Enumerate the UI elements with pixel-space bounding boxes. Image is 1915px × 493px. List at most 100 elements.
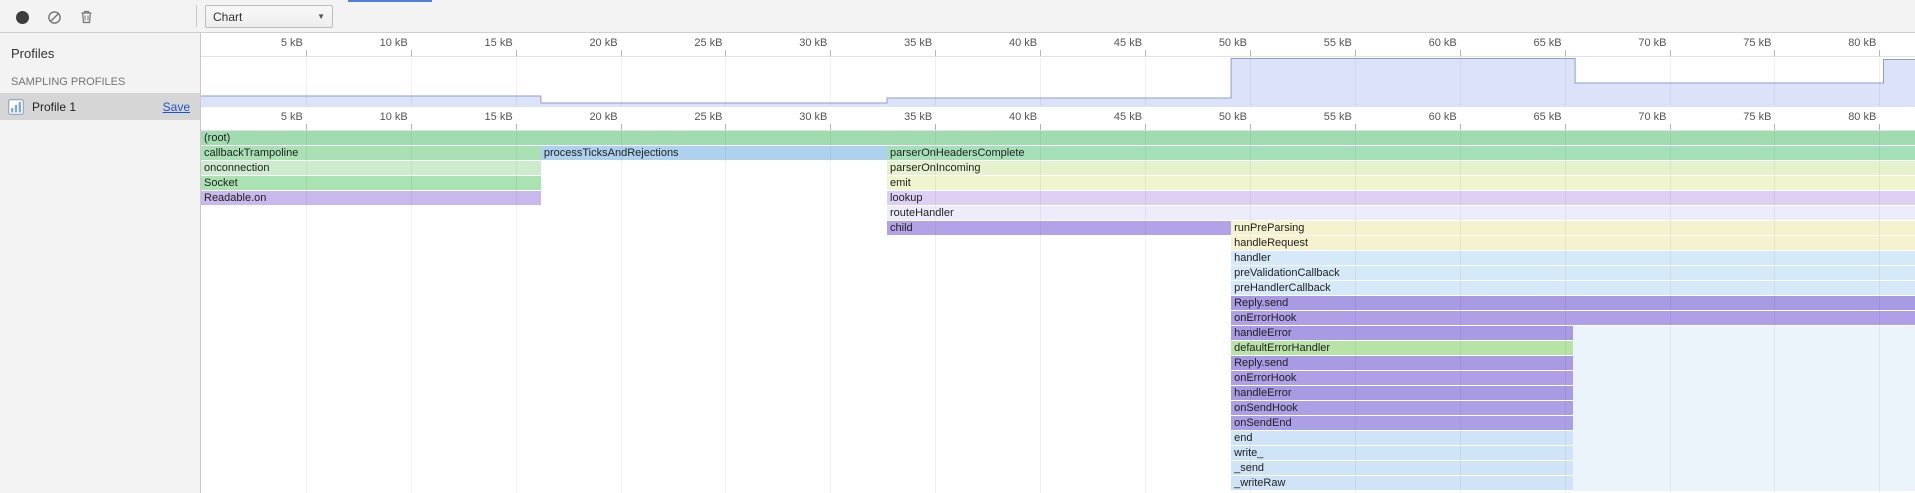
- ruler-tick: [830, 124, 831, 130]
- flame-bar-handleerror[interactable]: handleError: [1231, 326, 1573, 340]
- clear-all-button[interactable]: [42, 5, 66, 29]
- ruler-tick-label: 50 kB: [1177, 37, 1247, 49]
- ruler-tick-label: 55 kB: [1282, 37, 1352, 49]
- toolbar: Chart ▼: [0, 0, 1915, 33]
- ruler-tick-label: 10 kB: [338, 111, 408, 123]
- ruler-tick-label: 70 kB: [1597, 111, 1667, 123]
- flame-bar-handler[interactable]: handler: [1231, 251, 1915, 265]
- delete-profile-button[interactable]: [74, 5, 98, 29]
- profiles-sidebar: Profiles SAMPLING PROFILES Profile 1 Sav…: [0, 33, 201, 493]
- flame-bar-label: end: [1234, 432, 1252, 444]
- flame-bar-onconnection[interactable]: onconnection: [201, 161, 541, 175]
- ruler-tick-label: 45 kB: [1072, 111, 1142, 123]
- ruler-tick: [1040, 124, 1041, 130]
- ruler-tick-label: 45 kB: [1072, 37, 1142, 49]
- flame-bar-label: parserOnHeadersComplete: [890, 147, 1025, 159]
- ruler-tick-label: 25 kB: [652, 37, 722, 49]
- flame-bar-runpreparsing[interactable]: runPreParsing: [1231, 221, 1915, 235]
- save-link[interactable]: Save: [163, 100, 190, 114]
- flame-bar-label: handleError: [1234, 327, 1291, 339]
- flame-bar-label: Reply.send: [1234, 297, 1288, 309]
- flame-bar-onerrorhook[interactable]: onErrorHook: [1231, 371, 1573, 385]
- ruler-tick-label: 15 kB: [443, 111, 513, 123]
- flame-bar-label: preHandlerCallback: [1234, 282, 1331, 294]
- flame-bar-routehandler[interactable]: routeHandler: [887, 206, 1915, 220]
- ruler-tick-label: 20 kB: [548, 37, 618, 49]
- ruler-tick: [411, 124, 412, 130]
- gridline: [621, 131, 622, 493]
- flame-bar-onerrorhook[interactable]: onErrorHook: [1231, 311, 1915, 325]
- flame-bar-onsendhook[interactable]: onSendHook: [1231, 401, 1573, 415]
- flame-bar-label: onSendEnd: [1234, 417, 1292, 429]
- ruler-tick: [1879, 50, 1880, 56]
- flame-bar-label: handleError: [1234, 387, 1291, 399]
- ruler-tick-label: 80 kB: [1806, 37, 1876, 49]
- flame-bar-label: runPreParsing: [1234, 222, 1304, 234]
- flame-bar-reply-send[interactable]: Reply.send: [1231, 356, 1573, 370]
- flame-bar-label: callbackTrampoline: [204, 147, 298, 159]
- flame-chart: (root) callbackTrampoline processTicksAndR…: [201, 131, 1915, 493]
- flame-bar-send[interactable]: _send: [1231, 461, 1573, 475]
- sidebar-item-profile-1[interactable]: Profile 1 Save: [0, 93, 200, 120]
- flame-bar-label: _writeRaw: [1234, 477, 1285, 489]
- flame-bar-emit[interactable]: emit: [887, 176, 1915, 190]
- flame-bar-label: defaultErrorHandler: [1234, 342, 1330, 354]
- ruler-tick: [1774, 50, 1775, 56]
- chart-view-select[interactable]: Chart ▼: [205, 5, 333, 28]
- ruler-tick: [516, 50, 517, 56]
- ruler-tick: [935, 124, 936, 130]
- ruler-tick-label: 15 kB: [443, 37, 513, 49]
- flame-bar-write[interactable]: write_: [1231, 446, 1573, 460]
- flame-bar-child[interactable]: child: [887, 221, 1231, 235]
- ruler-tick-label: 20 kB: [548, 111, 618, 123]
- ruler-tick: [1670, 50, 1671, 56]
- flame-bar-parseronincoming[interactable]: parserOnIncoming: [887, 161, 1915, 175]
- ruler-tick: [1250, 124, 1251, 130]
- flame-bar-label: write_: [1234, 447, 1263, 459]
- flame-bar-root[interactable]: (root): [201, 131, 1915, 145]
- flame-bar-handlerequest[interactable]: handleRequest: [1231, 236, 1915, 250]
- ruler-tick: [1250, 50, 1251, 56]
- chart-view-select-value: Chart: [213, 10, 242, 24]
- flame-bar-handleerror[interactable]: handleError: [1231, 386, 1573, 400]
- flame-bar-prevalidationcallback[interactable]: preValidationCallback: [1231, 266, 1915, 280]
- ruler-tick: [1565, 124, 1566, 130]
- ruler-tick-label: 55 kB: [1282, 111, 1352, 123]
- ruler-tick: [1355, 124, 1356, 130]
- ruler-tick: [1565, 50, 1566, 56]
- ruler-tick-label: 60 kB: [1387, 111, 1457, 123]
- ruler-tick-label: 40 kB: [967, 111, 1037, 123]
- flame-bar-label: lookup: [890, 192, 922, 204]
- ruler-tick-label: 60 kB: [1387, 37, 1457, 49]
- ruler-tick: [830, 50, 831, 56]
- flame-bar-onsendend[interactable]: onSendEnd: [1231, 416, 1573, 430]
- flame-bar-parseronheaderscomplete[interactable]: parserOnHeadersComplete: [887, 146, 1915, 160]
- allocation-overview[interactable]: [201, 57, 1915, 107]
- record-button[interactable]: [10, 5, 34, 29]
- record-icon: [16, 11, 29, 24]
- flame-bar-processticksandrejections[interactable]: processTicksAndRejections: [541, 146, 887, 160]
- flame-bar-writeraw[interactable]: _writeRaw: [1231, 476, 1573, 490]
- flame-bar-readable-on[interactable]: Readable.on: [201, 191, 541, 205]
- flame-bar-end[interactable]: end: [1231, 431, 1573, 445]
- flame-bar-defaulterrorhandler[interactable]: defaultErrorHandler: [1231, 341, 1573, 355]
- ruler-tick: [411, 50, 412, 56]
- flame-bar-label: onSendHook: [1234, 402, 1298, 414]
- flame-bar-label: onconnection: [204, 162, 269, 174]
- ruler-tick: [1355, 50, 1356, 56]
- memory-ruler-bottom: 5 kB10 kB15 kB20 kB25 kB30 kB35 kB40 kB4…: [201, 107, 1915, 131]
- flame-bar-prehandlercallback[interactable]: preHandlerCallback: [1231, 281, 1915, 295]
- profile-name: Profile 1: [32, 100, 163, 114]
- flame-bar-callbacktrampoline[interactable]: callbackTrampoline: [201, 146, 541, 160]
- flame-bar-reply-send[interactable]: Reply.send: [1231, 296, 1915, 310]
- flame-bar-label: Readable.on: [204, 192, 266, 204]
- flame-bar-lookup[interactable]: lookup: [887, 191, 1915, 205]
- flame-bar-label: handler: [1234, 252, 1271, 264]
- ruler-tick: [516, 124, 517, 130]
- ruler-tick-label: 35 kB: [862, 37, 932, 49]
- flame-bar-socket[interactable]: Socket: [201, 176, 541, 190]
- ruler-tick-label: 5 kB: [233, 111, 303, 123]
- profile-icon: [7, 98, 25, 116]
- ruler-tick-label: 30 kB: [757, 111, 827, 123]
- ruler-tick-label: 25 kB: [652, 111, 722, 123]
